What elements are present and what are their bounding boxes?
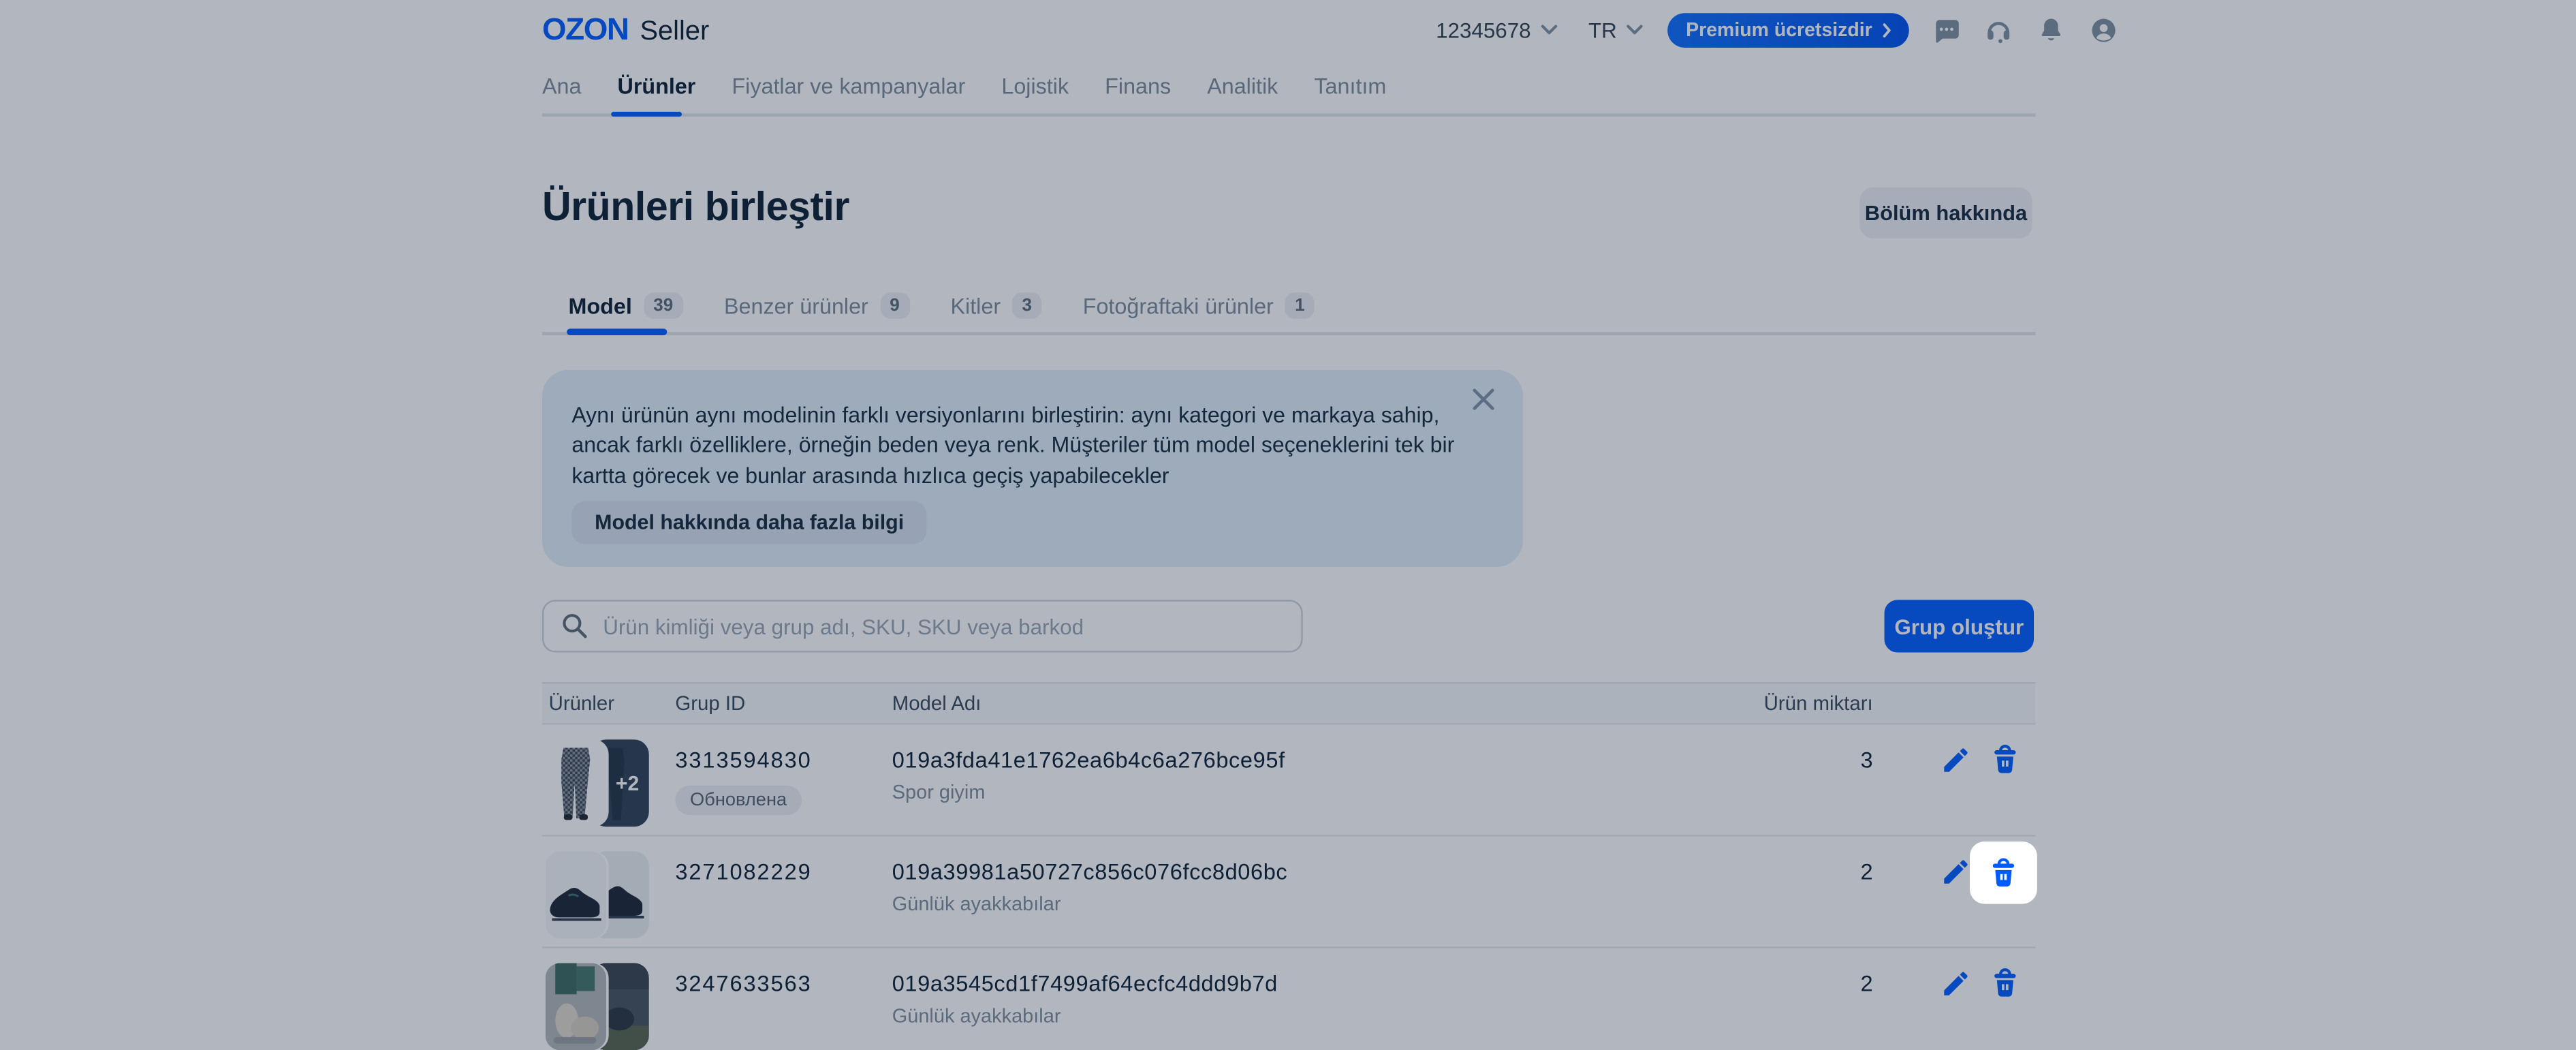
highlighted-delete-button[interactable] xyxy=(1969,841,2037,904)
dim-overlay xyxy=(0,0,2576,1050)
ozon-seller-page: OZON Seller 12345678 TR Premium ücretsiz… xyxy=(0,0,2576,1050)
